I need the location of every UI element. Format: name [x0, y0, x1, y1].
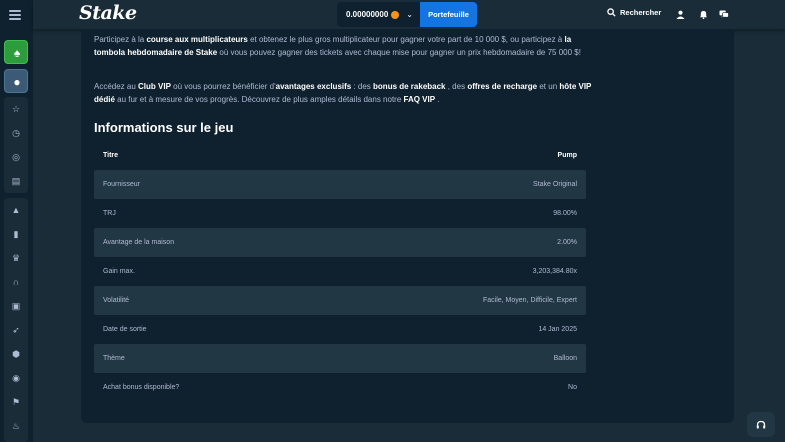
user-icon[interactable] [675, 9, 686, 20]
globe-icon[interactable]: ◉ [4, 366, 28, 390]
table-header-key: Titre [103, 152, 119, 159]
crown-icon[interactable]: ♛ [4, 246, 28, 270]
balance-amount: 0.00000000 [346, 10, 389, 19]
sports-button[interactable]: ● [4, 69, 28, 93]
table-row: Date de sortie 14 Jan 2025 [103, 326, 577, 333]
chevron-down-icon: ⌄ [406, 10, 413, 19]
fire-icon[interactable]: ▲ [4, 198, 28, 222]
headset-icon[interactable]: ∩ [4, 270, 28, 294]
vip-club-paragraph: Accédez au Club VIP où vous pourrez béné… [94, 82, 592, 104]
shield-icon[interactable]: ⬢ [4, 342, 28, 366]
table-row: Achat bonus disponible? No [103, 384, 577, 391]
top-bar: Stake 0.00000000 ⌄ Portefeuille Recherch… [33, 0, 785, 29]
game-info-title: Informations sur le jeu [94, 120, 234, 135]
table-row: Volatilité Facile, Moyen, Difficile, Exp… [94, 286, 586, 315]
calendar-icon[interactable]: ▤ [4, 169, 28, 193]
table-header-value: Pump [557, 152, 577, 159]
wallet-button[interactable]: Portefeuille [420, 2, 477, 27]
table-row: Thème Balloon [94, 344, 586, 373]
cards-icon: ♠ [13, 46, 21, 60]
table-header: Titre Pump [94, 141, 586, 170]
star-icon[interactable]: ☆ [4, 97, 28, 121]
headset-icon [756, 420, 766, 428]
search-label: Rechercher [620, 8, 662, 17]
sidebar-group-games: ▲ ▮ ♛ ∩ ▣ ➶ ⬢ ◉ ⚑ ♨ [4, 198, 28, 442]
multiplier-race-link: course aux multiplicateurs [146, 35, 248, 44]
flame-icon[interactable]: ♨ [4, 414, 28, 438]
bookmark-icon[interactable]: ▮ [4, 222, 28, 246]
table-row: Fournisseur Stake Original [94, 170, 586, 199]
coin-icon [391, 10, 400, 19]
game-description-panel: Participez à la course aux multiplicateu… [81, 29, 734, 423]
flag-icon[interactable]: ⚑ [4, 390, 28, 414]
vip-club-text: Club VIP [138, 82, 171, 91]
stake-logo[interactable]: Stake [79, 2, 137, 24]
multiplier-race-paragraph: Participez à la course aux multiplicateu… [94, 35, 581, 57]
table-row: Gain max. 3,203,384.80x [103, 268, 577, 275]
rocket-icon[interactable]: ➶ [4, 318, 28, 342]
gift-icon[interactable]: ▣ [4, 294, 28, 318]
game-info-table: Titre Pump Fournisseur Stake Original TR… [94, 141, 586, 402]
ball-icon: ● [13, 75, 21, 89]
live-support-button[interactable] [747, 412, 775, 437]
sidebar: ♠ ● ☆ ◷ ◎ ▤ ▲ ▮ ♛ ∩ ▣ ➶ ⬢ ◉ ⚑ ♨ [0, 0, 33, 442]
table-row: TRJ 98.00% [103, 210, 577, 217]
search-icon [607, 8, 616, 17]
target-icon[interactable]: ◎ [4, 145, 28, 169]
casino-button[interactable]: ♠ [4, 40, 28, 64]
bell-icon[interactable] [698, 9, 709, 20]
vip-faq-link[interactable]: FAQ VIP [404, 95, 436, 104]
menu-icon[interactable] [9, 10, 21, 20]
history-icon[interactable]: ◷ [4, 121, 28, 145]
sidebar-group-casino: ☆ ◷ ◎ ▤ [4, 97, 28, 193]
chat-icon[interactable] [718, 9, 729, 20]
table-row: Avantage de la maison 2.00% [94, 228, 586, 257]
search-button[interactable]: Rechercher [607, 8, 661, 17]
